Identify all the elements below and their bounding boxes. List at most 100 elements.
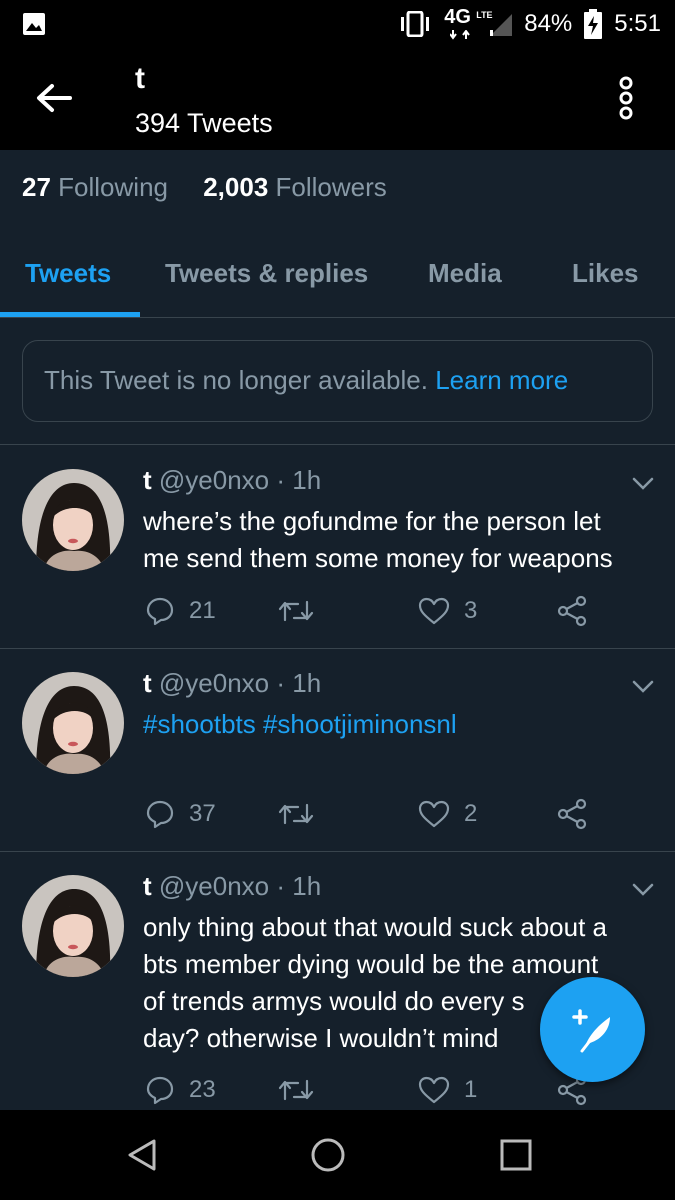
share-icon bbox=[557, 798, 587, 830]
battery-charging-icon bbox=[584, 9, 603, 39]
reply-count: 23 bbox=[189, 1076, 216, 1103]
tweet-text-line: me send them some money for weapons bbox=[143, 543, 613, 573]
gallery-icon bbox=[23, 13, 45, 35]
dot-separator: · bbox=[276, 465, 286, 495]
like-button[interactable]: 2 bbox=[418, 796, 477, 832]
share-button[interactable] bbox=[556, 796, 588, 832]
network-label: 4G bbox=[444, 6, 471, 28]
more-options-icon[interactable] bbox=[614, 76, 638, 120]
like-count: 2 bbox=[464, 800, 478, 827]
reply-button[interactable]: 23 bbox=[145, 1072, 216, 1108]
tab-tweets[interactable]: Tweets bbox=[25, 258, 111, 289]
author-handle[interactable]: @ye0nxo bbox=[159, 871, 269, 901]
like-button[interactable]: 1 bbox=[418, 1072, 477, 1108]
chevron-down-icon[interactable] bbox=[632, 680, 654, 694]
reply-icon bbox=[146, 1076, 174, 1105]
tab-media[interactable]: Media bbox=[428, 258, 502, 289]
profile-tabs: Tweets Tweets & replies Media Likes bbox=[0, 240, 675, 318]
active-tab-indicator bbox=[0, 312, 140, 317]
retweet-icon bbox=[278, 1079, 314, 1101]
retweet-button[interactable] bbox=[278, 1072, 328, 1108]
tweet-text: where’s the gofundme for the person let … bbox=[143, 503, 658, 577]
heart-icon bbox=[418, 800, 450, 828]
avatar[interactable] bbox=[22, 469, 124, 571]
followers-label: Followers bbox=[275, 172, 387, 202]
status-bar: 4G LTE 84% 5:51 bbox=[0, 0, 675, 48]
tweet-header: t @ye0nxo · 1h bbox=[143, 465, 321, 496]
author-name[interactable]: t bbox=[143, 668, 152, 698]
tweet-actions: 21 3 bbox=[143, 593, 643, 629]
reply-icon bbox=[146, 800, 174, 829]
tweet-text-line: only thing about that would suck about a bbox=[143, 912, 607, 942]
compose-tweet-button[interactable] bbox=[540, 977, 645, 1082]
divider bbox=[0, 444, 675, 445]
avatar[interactable] bbox=[22, 875, 124, 977]
tab-tweets-replies[interactable]: Tweets & replies bbox=[165, 258, 368, 289]
like-button[interactable]: 3 bbox=[418, 593, 477, 629]
signal-icon bbox=[490, 14, 513, 36]
reply-count: 37 bbox=[189, 800, 216, 827]
tweet-text: #shootbts #shootjiminonsnl bbox=[143, 706, 658, 743]
heart-icon bbox=[418, 1076, 450, 1104]
dot-separator: · bbox=[276, 668, 286, 698]
recents-square-icon[interactable] bbox=[498, 1137, 534, 1173]
tweet-item[interactable]: t @ye0nxo · 1h where’s the gofundme for … bbox=[0, 447, 675, 647]
follow-counts: 27 Following 2,003 Followers bbox=[22, 172, 415, 203]
chevron-down-icon[interactable] bbox=[632, 477, 654, 491]
dot-separator: · bbox=[276, 871, 286, 901]
retweet-button[interactable] bbox=[278, 796, 328, 832]
like-count: 1 bbox=[464, 1076, 478, 1103]
tweet-time: 1h bbox=[292, 871, 322, 901]
reply-button[interactable]: 37 bbox=[145, 796, 216, 832]
retweet-icon bbox=[278, 600, 314, 622]
tweet-time: 1h bbox=[292, 668, 322, 698]
author-name[interactable]: t bbox=[143, 871, 152, 901]
followers-link[interactable]: 2,003 Followers bbox=[203, 172, 415, 202]
system-navigation-bar bbox=[0, 1110, 675, 1200]
reply-icon bbox=[146, 597, 174, 626]
reply-count: 21 bbox=[189, 597, 216, 624]
tweet-time: 1h bbox=[292, 465, 322, 495]
share-button[interactable] bbox=[556, 593, 588, 629]
back-arrow-icon[interactable] bbox=[34, 78, 74, 118]
author-handle[interactable]: @ye0nxo bbox=[159, 668, 269, 698]
tab-likes[interactable]: Likes bbox=[572, 258, 639, 289]
chevron-down-icon[interactable] bbox=[632, 883, 654, 897]
learn-more-link[interactable]: Learn more bbox=[435, 365, 568, 395]
network-indicator: 4G LTE bbox=[444, 6, 513, 40]
following-count: 27 bbox=[22, 172, 51, 202]
retweet-icon bbox=[278, 803, 314, 825]
like-count: 3 bbox=[464, 597, 478, 624]
battery-percent: 84% bbox=[524, 10, 573, 37]
tweet-item[interactable]: t @ye0nxo · 1h #shootbts #shootjiminonsn… bbox=[0, 650, 675, 850]
vibrate-icon bbox=[401, 11, 430, 37]
home-circle-icon[interactable] bbox=[310, 1137, 346, 1173]
profile-header: t 394 Tweets bbox=[0, 48, 675, 150]
divider bbox=[0, 648, 675, 649]
following-label: Following bbox=[58, 172, 168, 202]
tweet-actions: 23 1 bbox=[143, 1072, 643, 1108]
avatar[interactable] bbox=[22, 672, 124, 774]
divider bbox=[0, 851, 675, 852]
following-link[interactable]: 27 Following bbox=[22, 172, 203, 202]
back-triangle-icon[interactable] bbox=[124, 1137, 160, 1173]
unavailable-tweet-notice: This Tweet is no longer available. Learn… bbox=[22, 340, 653, 422]
reply-button[interactable]: 21 bbox=[145, 593, 216, 629]
profile-name: t bbox=[135, 62, 145, 95]
clock: 5:51 bbox=[614, 10, 661, 37]
tweet-text-line: where’s the gofundme for the person let bbox=[143, 506, 601, 536]
data-arrows-icon bbox=[450, 30, 471, 40]
author-name[interactable]: t bbox=[143, 465, 152, 495]
hashtag-line[interactable]: #shootbts #shootjiminonsnl bbox=[143, 706, 658, 743]
tweet-header: t @ye0nxo · 1h bbox=[143, 871, 321, 902]
tweet-actions: 37 2 bbox=[143, 796, 643, 832]
compose-quill-icon bbox=[572, 1009, 610, 1053]
notice-text-line: This Tweet is no longer available. Learn… bbox=[44, 365, 568, 396]
notice-text: This Tweet is no longer available. bbox=[44, 365, 428, 395]
heart-icon bbox=[418, 597, 450, 625]
retweet-button[interactable] bbox=[278, 593, 328, 629]
tweet-header: t @ye0nxo · 1h bbox=[143, 668, 321, 699]
share-icon bbox=[557, 595, 587, 627]
tweet-count: 394 Tweets bbox=[135, 108, 273, 138]
author-handle[interactable]: @ye0nxo bbox=[159, 465, 269, 495]
